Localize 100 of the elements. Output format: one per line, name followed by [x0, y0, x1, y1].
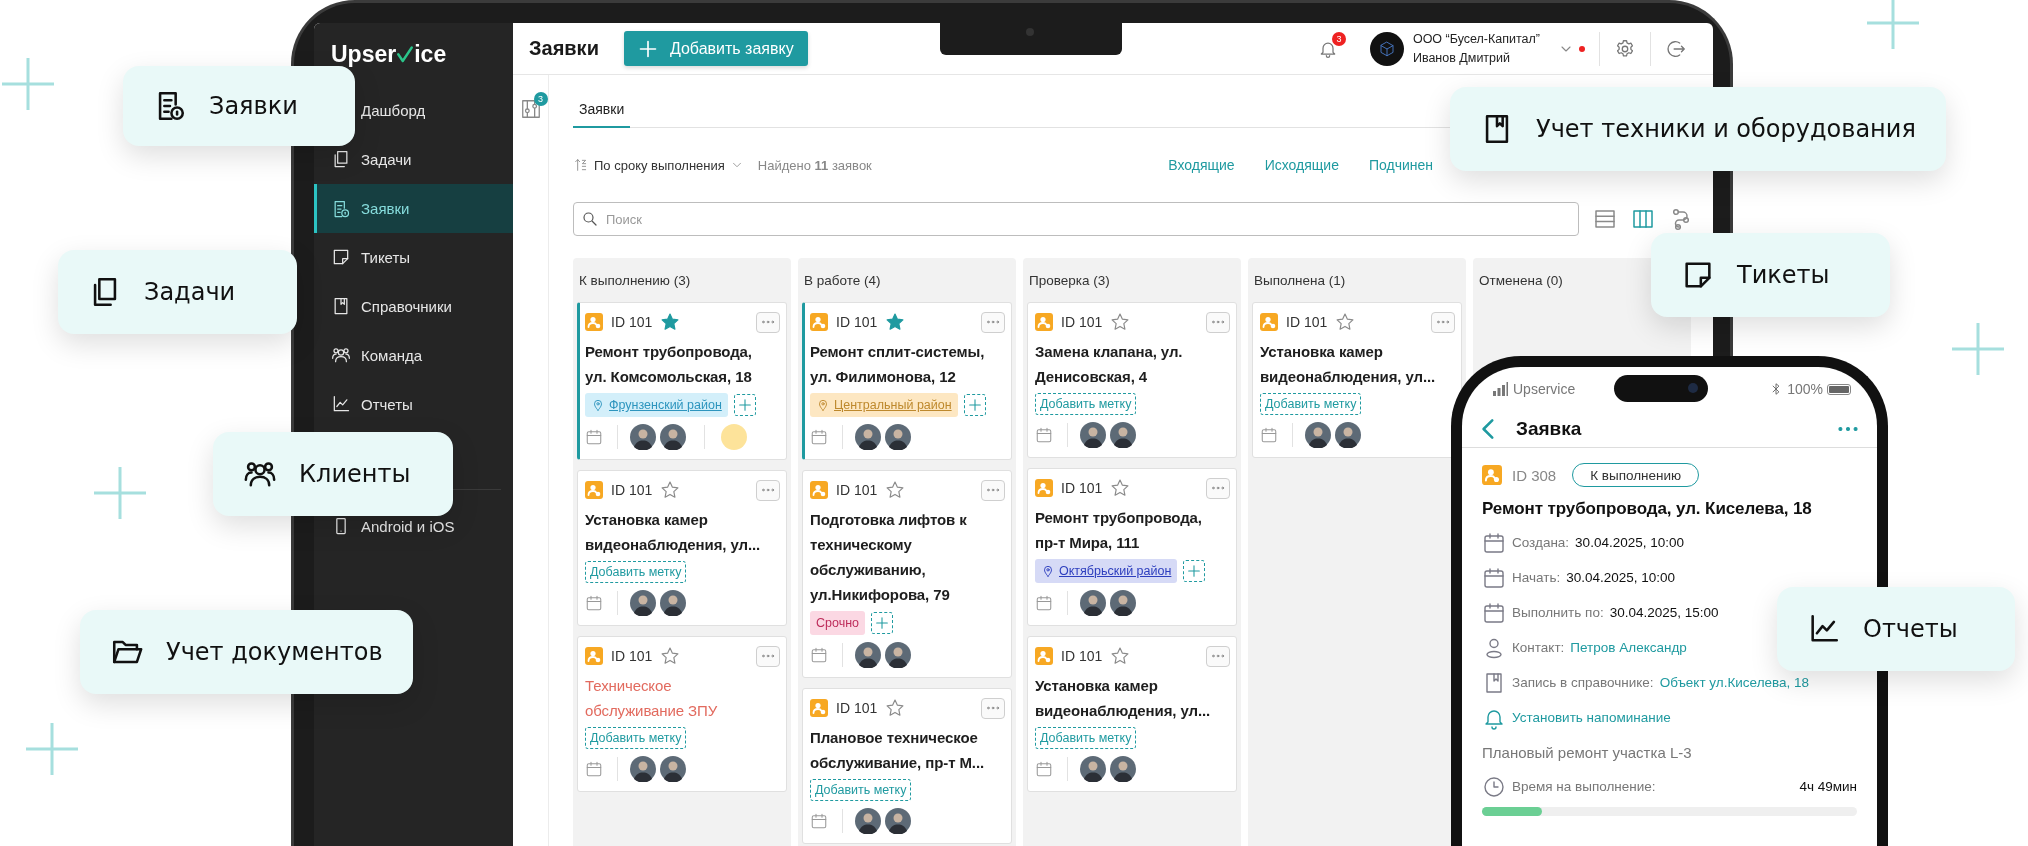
avatar [630, 590, 656, 616]
calendar-icon[interactable] [1035, 594, 1053, 612]
tab[interactable]: Заявки [573, 101, 631, 128]
request-card[interactable]: ID 101 Техническое обслуживание ЗПУ Добавить метку [577, 636, 787, 792]
settings-icon[interactable] [1614, 37, 1636, 60]
plus-icon [736, 397, 753, 413]
more-button[interactable] [981, 311, 1005, 333]
search-icon [581, 210, 599, 228]
notification-badge: 3 [1331, 31, 1346, 46]
star-icon[interactable] [660, 646, 681, 666]
request-type-icon [1035, 313, 1053, 331]
sidebar-item[interactable]: Отчеты [331, 392, 413, 416]
add-tag-button[interactable]: Добавить метку [585, 561, 687, 583]
request-card[interactable]: ID 101 Установка камер видеонаблюдения, ул... Добавить метку [577, 470, 787, 626]
request-type-icon [810, 481, 828, 499]
add-tag-button[interactable]: Добавить метку [1035, 393, 1137, 415]
calendar-icon[interactable] [585, 594, 603, 612]
sidebar-item[interactable]: Справочники [331, 294, 452, 318]
request-card[interactable]: ID 101 Ремонт трубопровода, ул. Комсомольская, 18 Фрунзенский район [577, 302, 787, 460]
search-field[interactable]: Поиск [573, 202, 1579, 236]
calendar-icon[interactable] [1035, 760, 1053, 778]
list-view-icon[interactable] [1593, 207, 1617, 231]
plus-icon [874, 615, 891, 631]
request-type-icon [810, 699, 828, 717]
calendar-icon[interactable] [810, 812, 828, 830]
plus-icon [966, 397, 983, 413]
calendar-icon[interactable] [585, 428, 603, 446]
star-icon[interactable] [1110, 478, 1131, 498]
sidebar-item[interactable]: Тикеты [331, 245, 411, 269]
more-button[interactable] [1206, 477, 1230, 499]
more-button[interactable] [981, 479, 1005, 501]
feature-label: Тикеты [1737, 261, 1830, 289]
field-link[interactable]: Петров Александр [1570, 640, 1687, 655]
request-card[interactable]: ID 101 Установка камер видеонаблюдения, ул... Добавить метку [1027, 636, 1237, 792]
sidebar-item[interactable]: Android и iOS [331, 516, 455, 536]
avatar [630, 424, 656, 450]
avatar [855, 642, 881, 668]
avatar [1080, 756, 1106, 782]
star-icon[interactable] [885, 698, 906, 718]
calendar-icon[interactable] [1035, 426, 1053, 444]
board-view-icon[interactable] [1631, 207, 1655, 231]
calendar-icon[interactable] [810, 646, 828, 664]
request-title: Ремонт трубопровода, ул. Комсомольская, 18 [585, 342, 753, 387]
star-icon[interactable] [885, 480, 906, 500]
user-name: Иванов Дмитрий [1412, 51, 1511, 65]
add-tag-button[interactable] [963, 394, 986, 416]
request-title: Замена клапана, ул. Денисовская, 4 [1035, 342, 1184, 387]
request-card[interactable]: ID 101 Ремонт трубопровода, пр-т Мира, 111 Октябрьский район [1027, 468, 1237, 626]
calendar-icon[interactable] [1260, 426, 1278, 444]
sidebar-item[interactable]: Задачи [331, 147, 412, 171]
add-tag-button[interactable] [871, 612, 894, 634]
avatar [885, 424, 911, 450]
add-tag-button[interactable]: Добавить метку [810, 779, 912, 801]
request-card[interactable]: ID 101 Ремонт сплит-системы, ул. Филимонова, 12 Центральный район [802, 302, 1012, 460]
sort-icon [573, 157, 589, 173]
more-button[interactable] [1206, 645, 1230, 667]
sidebar-item[interactable]: Команда [331, 343, 423, 367]
star-icon[interactable] [660, 312, 681, 332]
filter-icon[interactable] [519, 98, 542, 120]
cube-icon [1377, 39, 1396, 58]
pin-icon [816, 398, 830, 412]
calendar-icon[interactable] [810, 428, 828, 446]
request-card[interactable]: ID 101 Установка камер видеонаблюдения, ул... Добавить метку [1252, 302, 1462, 458]
star-icon[interactable] [1110, 312, 1131, 332]
sort-dropdown[interactable]: По сроку выполнения [573, 157, 744, 173]
request-card[interactable]: ID 101 Замена клапана, ул. Денисовская, 4 Добавить метку [1027, 302, 1237, 458]
add-tag-button[interactable] [1183, 560, 1206, 582]
urgency-tag[interactable]: Срочно [810, 611, 866, 635]
star-icon[interactable] [1335, 312, 1356, 332]
request-id: ID 101 [836, 700, 878, 716]
more-button[interactable] [756, 645, 780, 667]
star-icon[interactable] [1110, 646, 1131, 666]
more-button[interactable] [1431, 311, 1455, 333]
sidebar-item[interactable]: Заявки [314, 184, 513, 233]
cross-mark [2, 58, 54, 110]
star-icon[interactable] [885, 312, 906, 332]
more-button[interactable] [756, 479, 780, 501]
add-tag-button[interactable]: Добавить метку [585, 727, 687, 749]
pin-icon [591, 398, 605, 412]
sidebar-item[interactable]: Дашборд [361, 98, 426, 122]
more-button[interactable] [981, 697, 1005, 719]
more-button[interactable] [756, 311, 780, 333]
signal-icon [1492, 381, 1508, 397]
star-icon[interactable] [660, 480, 681, 500]
avatar [1110, 756, 1136, 782]
feature-label: Заявки [209, 92, 298, 120]
request-id: ID 101 [836, 314, 878, 330]
add-tag-button[interactable]: Добавить метку [1260, 393, 1362, 415]
request-card[interactable]: ID 101 Плановое техническое обслуживание, пр-т М... Добавить метку [802, 688, 1012, 844]
location-tag[interactable]: Октябрьский район [1035, 559, 1178, 583]
more-button[interactable] [1206, 311, 1230, 333]
request-title: Установка камер видеонаблюдения, ул... [1035, 676, 1212, 721]
add-tag-button[interactable] [733, 394, 756, 416]
reminder-link[interactable]: Установить напоминание [1482, 700, 1857, 735]
request-type-icon [1035, 647, 1053, 665]
field-link[interactable]: Объект ул.Киселева, 18 [1659, 675, 1810, 690]
request-card[interactable]: ID 101 Подготовка лифтов к техническому обслуживанию, ул.Никифорова, 79 Срочно [802, 470, 1012, 678]
calendar-icon[interactable] [585, 760, 603, 778]
scope-link[interactable]: Исходящие [1264, 157, 1339, 173]
add-tag-button[interactable]: Добавить метку [1035, 727, 1137, 749]
